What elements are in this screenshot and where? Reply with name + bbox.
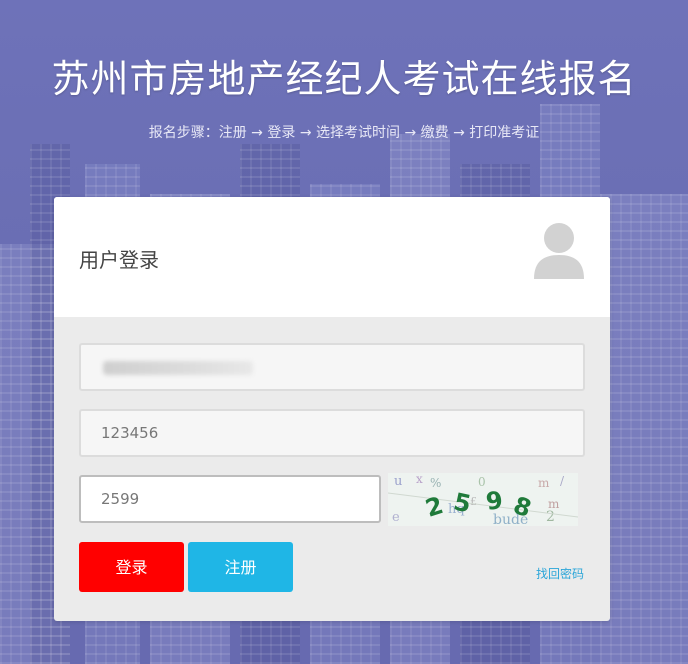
svg-text:e: e <box>392 510 400 525</box>
register-button[interactable]: 注册 <box>188 542 293 592</box>
captcha-graphic: u x % 0 m / e hq bude 2 m £ 2 5 9 8 <box>388 473 578 526</box>
forgot-password-link[interactable]: 找回密码 <box>536 565 584 582</box>
password-input[interactable]: 123456 <box>79 409 585 457</box>
svg-text:0: 0 <box>478 475 486 489</box>
login-heading: 用户登录 <box>79 248 159 272</box>
login-panel: 用户登录 123456 2599 u x % 0 m / e hq bude 2… <box>54 197 610 621</box>
login-panel-header: 用户登录 <box>54 197 610 317</box>
page-title: 苏州市房地产经纪人考试在线报名 <box>51 57 637 101</box>
svg-text:u: u <box>394 474 402 489</box>
svg-text:%: % <box>430 476 441 490</box>
captcha-value: 2599 <box>101 490 140 508</box>
redacted-username <box>103 361 253 375</box>
svg-text:x: x <box>416 473 423 486</box>
password-value: 123456 <box>101 424 159 442</box>
registration-steps: 报名步骤：注册 → 登录 → 选择考试时间 → 缴费 → 打印准考证 <box>148 125 540 141</box>
svg-text:2: 2 <box>546 509 555 525</box>
login-button[interactable]: 登录 <box>79 542 184 592</box>
username-input[interactable] <box>79 343 585 391</box>
svg-text:m: m <box>548 497 560 511</box>
captcha-input[interactable]: 2599 <box>79 475 381 523</box>
svg-text:m: m <box>538 476 550 490</box>
user-avatar-icon <box>534 223 584 279</box>
captcha-image[interactable]: u x % 0 m / e hq bude 2 m £ 2 5 9 8 <box>388 473 578 526</box>
